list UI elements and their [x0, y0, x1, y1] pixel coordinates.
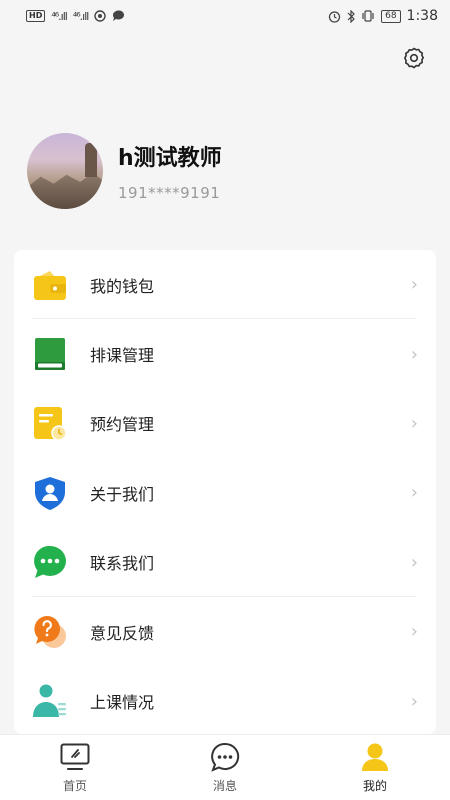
- menu-label: 意见反馈: [90, 623, 155, 643]
- chevron-right-icon: ›: [410, 343, 418, 365]
- settings-button[interactable]: [400, 44, 428, 72]
- chevron-right-icon: ›: [410, 690, 418, 712]
- profile-section[interactable]: h测试教师 191****9191: [27, 133, 222, 209]
- menu-label: 关于我们: [90, 484, 155, 504]
- menu-item-wallet[interactable]: 我的钱包 ›: [14, 250, 436, 320]
- tab-home[interactable]: 首页: [15, 741, 135, 794]
- status-left: HD ⁴⁶.ıll ⁴⁶.ıll: [26, 10, 125, 23]
- menu-label: 联系我们: [90, 554, 155, 574]
- signal-icon: ⁴⁶.ıll: [51, 9, 68, 23]
- signal-icon-2: ⁴⁶.ıll: [72, 9, 90, 23]
- menu-label: 预约管理: [90, 415, 155, 435]
- chat-icon: [32, 544, 68, 580]
- menu-item-about[interactable]: 关于我们 ›: [14, 458, 436, 527]
- feedback-icon: [32, 614, 68, 650]
- menu-label: 上课情况: [90, 693, 155, 713]
- chevron-right-icon: ›: [410, 482, 418, 504]
- vibrate-icon: [362, 10, 374, 22]
- tab-messages[interactable]: 消息: [165, 741, 285, 794]
- tab-label: 消息: [212, 779, 237, 793]
- profile-text: h测试教师 191****9191: [118, 140, 222, 202]
- bottom-tab-bar: 首页 消息 我的: [0, 734, 450, 800]
- chevron-right-icon: ›: [410, 412, 418, 434]
- menu-item-schedule[interactable]: 排课管理 ›: [14, 319, 436, 388]
- appointment-icon: [32, 405, 68, 442]
- class-status-icon: [32, 683, 68, 719]
- menu-item-class-status[interactable]: 上课情况 ›: [14, 666, 436, 734]
- menu-item-feedback[interactable]: 意见反馈 ›: [14, 597, 436, 666]
- menu-label: 我的钱包: [90, 276, 155, 296]
- message-icon: [209, 741, 241, 773]
- alarm-icon: [328, 10, 341, 23]
- book-icon: [32, 336, 68, 372]
- teacher-name: h测试教师: [118, 146, 222, 171]
- hd-indicator: HD: [26, 10, 46, 22]
- avatar[interactable]: [27, 133, 103, 209]
- person-icon: [359, 741, 391, 773]
- menu-item-appointment[interactable]: 预约管理 ›: [14, 389, 436, 458]
- chevron-right-icon: ›: [410, 274, 418, 296]
- bluetooth-icon: [347, 9, 355, 23]
- chevron-right-icon: ›: [410, 621, 418, 643]
- teacher-phone: 191****9191: [118, 184, 221, 202]
- wallet-icon: [32, 267, 68, 303]
- monitor-icon: [59, 741, 91, 773]
- tab-label: 我的: [362, 779, 387, 793]
- menu-item-contact[interactable]: 联系我们 ›: [14, 528, 436, 598]
- chevron-right-icon: ›: [410, 551, 418, 573]
- tab-mine[interactable]: 我的: [315, 741, 435, 794]
- chat-bubble-icon: [113, 10, 125, 21]
- notification-icon: [94, 10, 107, 22]
- shield-user-icon: [32, 475, 68, 511]
- tab-label: 首页: [62, 779, 87, 793]
- gear-icon: [404, 47, 424, 69]
- menu-card: 我的钱包 › 排课管理 › 预约管理 › 关于我们 › 联系我们 › 意见反馈 …: [14, 250, 436, 734]
- battery-icon: 68: [381, 9, 401, 23]
- status-bar: HD ⁴⁶.ıll ⁴⁶.ıll 68 1:38: [0, 0, 450, 32]
- status-right: 68 1:38: [328, 8, 438, 24]
- status-time: 1:38: [406, 8, 438, 24]
- menu-label: 排课管理: [90, 346, 155, 366]
